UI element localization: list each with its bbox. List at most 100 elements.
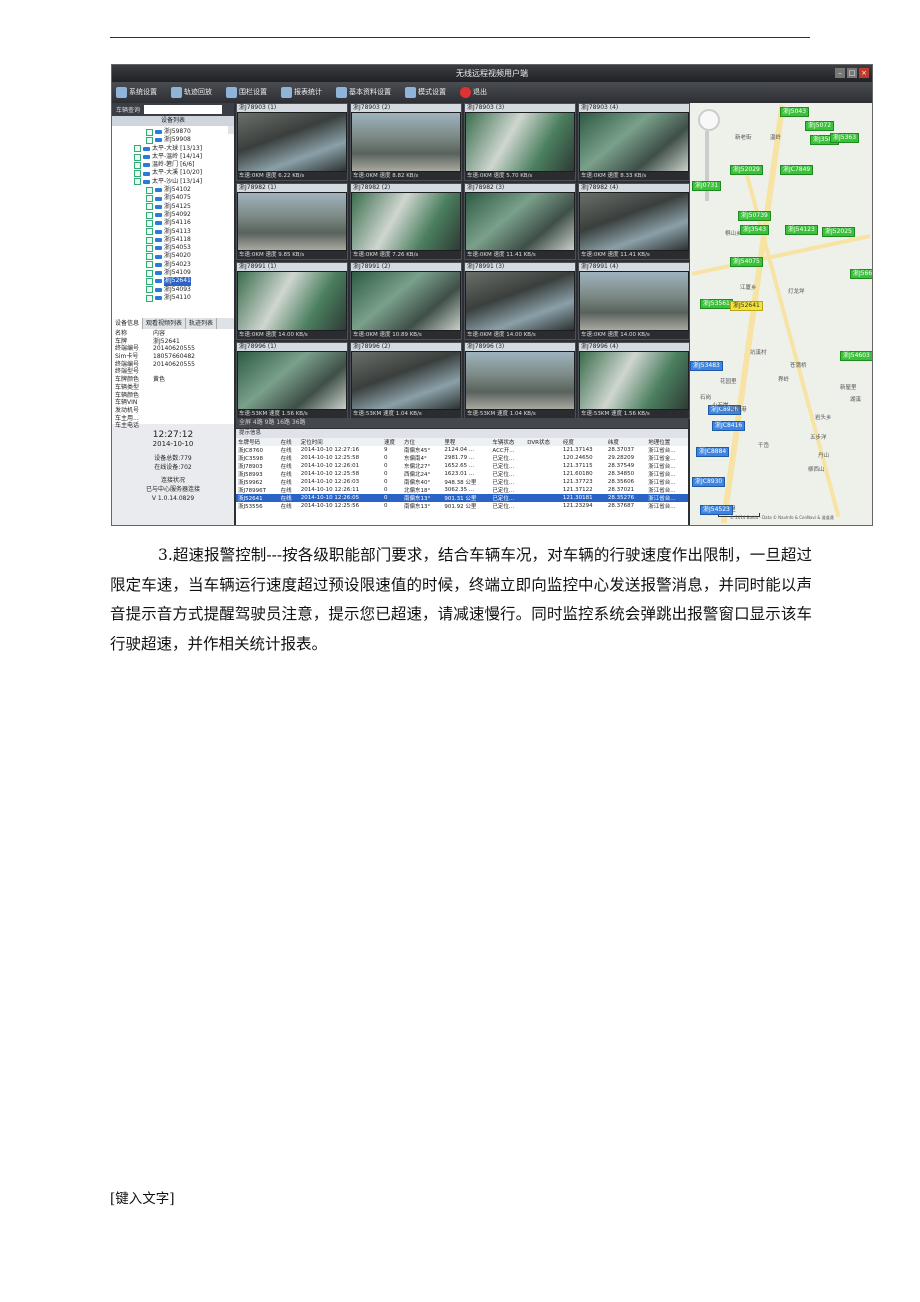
video-cell[interactable]: 浙J78982 (1) 车速:0KM 速度 9.85 KB/s [236,182,348,260]
map-vehicle-marker[interactable]: 浙JC8884 [696,447,730,457]
checkbox-icon[interactable] [146,286,153,294]
table-row[interactable]: 浙J78996T 在线 2014-10-10 12:26:11 0 北偏东18° 3062… [236,486,688,494]
checkbox-icon[interactable] [146,211,153,219]
info-tab[interactable]: 轨迹列表 [186,318,218,329]
table-row[interactable]: 浙J52641 在线 2014-10-10 12:26:05 0 南偏东13° 901.3… [236,494,688,502]
video-cell[interactable]: 浙J78991 (1) 车速:0KM 速度 14.00 KB/s [236,262,348,340]
map-vehicle-marker[interactable]: 浙J54123 [785,225,818,235]
toolbar-item[interactable]: 系统设置 [116,86,157,98]
checkbox-icon[interactable] [134,161,141,169]
video-cell[interactable]: 浙J78903 (1) 车速:0KM 速度 6.22 KB/s [236,103,348,181]
map-vehicle-marker[interactable]: 浙J5363 [830,133,860,143]
tree-scrollbar[interactable] [228,126,234,135]
toolbar-item[interactable]: 退出 [460,86,487,98]
map-vehicle-marker[interactable]: 浙J5043 [780,107,810,117]
checkbox-icon[interactable] [146,253,153,261]
checkbox-icon[interactable] [134,170,141,178]
video-cell[interactable]: 浙J78991 (3) 车速:0KM 速度 14.00 KB/s [464,262,576,340]
checkbox-icon[interactable] [134,178,141,186]
tree-item[interactable]: 浙J54093 [112,286,234,294]
map-vehicle-marker[interactable]: 浙JC8930 [692,477,726,487]
search-input[interactable] [144,105,223,114]
toolbar-item[interactable]: 围栏设置 [226,86,267,98]
checkbox-icon[interactable] [134,145,141,153]
map-vehicle-marker[interactable]: 浙J54075 [730,257,763,267]
tree-item[interactable]: 浙J54118 [112,236,234,244]
map-vehicle-marker[interactable]: 浙J52029 [730,165,763,175]
table-header: 车牌号码 [236,438,279,446]
minimize-icon[interactable]: – [835,68,845,78]
checkbox-icon[interactable] [146,228,153,236]
map-vehicle-marker[interactable]: 浙J54523 [700,505,733,515]
map-pan-control[interactable] [698,109,720,131]
tree-item[interactable]: 太平-大溪 [10/20] [112,169,234,178]
info-tab[interactable]: 设备信息 [112,318,144,329]
tree-item[interactable]: 浙J54023 [112,261,234,269]
checkbox-icon[interactable] [146,195,153,203]
video-cell[interactable]: 浙J78996 (4) 车速:53KM 速度 1.56 KB/s [578,341,690,419]
table-row[interactable]: 浙J58993 在线 2014-10-10 12:25:58 0 西偏北24° 1623.… [236,470,688,478]
tree-item[interactable]: 浙J54020 [112,252,234,261]
table-row[interactable]: 浙J53556 在线 2014-10-10 12:25:56 0 南偏东13° 901.9… [236,502,688,510]
tree-item[interactable]: 太平-温岭 [14/14] [112,153,234,161]
toolbar-item[interactable]: 轨迹回放 [171,86,212,98]
map-vehicle-marker[interactable]: 浙J5668 [850,269,872,279]
map-panel[interactable]: 2 公里 浙J5043浙J5072浙J3584浙J5363浙J52029浙JC7… [690,103,872,525]
tree-item[interactable]: 浙J54125 [112,203,234,211]
video-cell[interactable]: 浙J78903 (2) 车速:0KM 速度 8.82 KB/s [350,103,462,181]
map-vehicle-marker[interactable]: 浙J50739 [738,211,771,221]
toolbar-item[interactable]: 模式设置 [405,86,446,98]
table-row[interactable]: 浙JC8760 在线 2014-10-10 12:27:16 9 南偏东45° 2124.… [236,446,688,454]
map-vehicle-marker[interactable]: 浙JC8416 [712,421,746,431]
checkbox-icon[interactable] [134,153,141,161]
video-cell[interactable]: 浙J78903 (4) 车速:0KM 速度 8.33 KB/s [578,103,690,181]
checkbox-icon[interactable] [146,261,153,269]
toolbar-item[interactable]: 报表统计 [281,86,322,98]
checkbox-icon[interactable] [146,294,153,302]
tree-item[interactable]: 太平-沙山 [13/14] [112,178,234,186]
checkbox-icon[interactable] [146,128,153,136]
map-vehicle-marker[interactable]: 浙J53483 [690,361,723,371]
video-cell[interactable]: 浙J78982 (2) 车速:0KM 速度 7.26 KB/s [350,182,462,260]
video-cell[interactable]: 浙J78996 (1) 车速:53KM 速度 1.56 KB/s [236,341,348,419]
checkbox-icon[interactable] [146,244,153,252]
tree-item[interactable]: 浙J54075 [112,194,234,203]
map-vehicle-marker[interactable]: 浙J52025 [822,227,855,237]
video-cell[interactable]: 浙J78903 (3) 车速:0KM 速度 5.70 KB/s [464,103,576,181]
tree-item[interactable]: 浙J54110 [112,294,234,302]
video-cell[interactable]: 浙J78982 (3) 车速:0KM 速度 11.41 KB/s [464,182,576,260]
table-row[interactable]: 浙J78903 在线 2014-10-10 12:26:01 0 东偏北27° 1652.… [236,462,688,470]
video-cell[interactable]: 浙J78982 (4) 车速:0KM 速度 11.41 KB/s [578,182,690,260]
close-icon[interactable]: × [859,68,869,78]
map-vehicle-marker[interactable]: 浙J3543 [740,225,770,235]
video-cell[interactable]: 浙J78996 (3) 车速:53KM 速度 1.04 KB/s [464,341,576,419]
tree-item[interactable]: 浙J54113 [112,228,234,236]
table-tab[interactable]: 提示信息 [236,429,688,438]
video-cell[interactable]: 浙J78996 (2) 车速:53KM 速度 1.04 KB/s [350,341,462,419]
map-vehicle-marker[interactable]: 浙J53561 [700,299,733,309]
table-row[interactable]: 浙JC3598 在线 2014-10-10 12:25:58 0 东偏南4° 2981.7… [236,454,688,462]
video-cell[interactable]: 浙J78991 (4) 车速:0KM 速度 14.00 KB/s [578,262,690,340]
checkbox-icon[interactable] [146,136,153,144]
checkbox-icon[interactable] [146,277,153,285]
table-row[interactable]: 浙J59962 在线 2014-10-10 12:26:03 0 南偏东40° 948.3… [236,478,688,486]
checkbox-icon[interactable] [146,236,153,244]
map-vehicle-marker[interactable]: 浙J5072 [805,121,835,131]
tree-item[interactable]: 浙J52641 [112,277,234,286]
tree-item[interactable]: 太平-大球 [13/13] [112,145,234,153]
maximize-icon[interactable]: □ [847,68,857,78]
checkbox-icon[interactable] [146,203,153,211]
tree-item[interactable]: 浙J59908 [112,136,234,144]
map-vehicle-marker[interactable]: 浙JC7849 [780,165,814,175]
checkbox-icon[interactable] [146,219,153,227]
grid-layout-bar[interactable]: 全屏 4路 9路 16路 36路 [236,418,688,428]
toolbar-item[interactable]: 基本资料设置 [336,86,391,98]
tree-item[interactable]: 浙J54116 [112,219,234,227]
checkbox-icon[interactable] [146,186,153,194]
map-vehicle-marker[interactable]: 浙J0731 [692,181,722,191]
info-tab[interactable]: 观看视频列表 [143,318,187,329]
map-vehicle-marker[interactable]: 浙J52641 [730,301,763,311]
video-cell[interactable]: 浙J78991 (2) 车速:0KM 速度 10.89 KB/s [350,262,462,340]
checkbox-icon[interactable] [146,269,153,277]
map-vehicle-marker[interactable]: 浙J54603 [840,351,872,361]
